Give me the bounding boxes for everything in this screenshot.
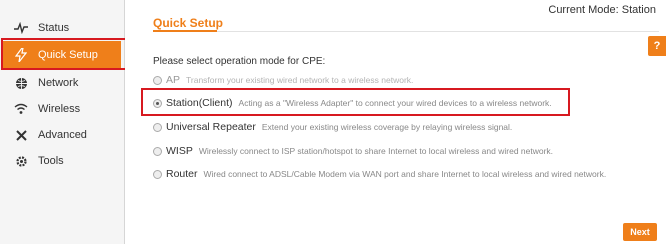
gear-icon (12, 155, 30, 168)
option-wisp[interactable]: WISP Wirelessly connect to ISP station/h… (153, 145, 553, 157)
option-name: WISP (166, 145, 193, 157)
radio-ap[interactable] (153, 75, 162, 85)
current-mode-label: Current Mode: Station (548, 4, 656, 16)
radio-router[interactable] (153, 169, 162, 179)
option-name: AP (166, 74, 181, 86)
option-name: Router (166, 168, 198, 180)
option-universal-repeater[interactable]: Universal Repeater Extend your existing … (153, 121, 512, 133)
sidebar-item-label: Advanced (38, 129, 87, 141)
sidebar-item-label: Status (38, 22, 70, 34)
title-divider (153, 31, 659, 32)
pulse-icon (12, 22, 30, 34)
station-highlight-box (141, 88, 570, 116)
globe-icon (12, 77, 30, 90)
page-title: Quick Setup (153, 16, 224, 30)
sidebar: Status Quick Setup Network Wireless Adva… (0, 0, 125, 244)
sidebar-item-advanced[interactable]: Advanced (0, 122, 124, 148)
next-button[interactable]: Next (623, 223, 657, 241)
option-description: Wirelessly connect to ISP station/hotspo… (198, 146, 554, 156)
help-icon: ? (653, 40, 661, 52)
sidebar-item-tools[interactable]: Tools (0, 148, 124, 174)
option-description: Transform your existing wired network to… (186, 75, 414, 85)
option-router[interactable]: Router Wired connect to ADSL/Cable Modem… (153, 168, 606, 180)
sidebar-item-label: Wireless (38, 103, 81, 115)
option-name: Universal Repeater (166, 121, 256, 133)
radio-wisp[interactable] (153, 146, 162, 156)
title-underline (153, 30, 217, 32)
option-ap[interactable]: AP Transform your existing wired network… (153, 74, 413, 86)
help-button[interactable]: ? (648, 36, 666, 56)
sidebar-item-wireless[interactable]: Wireless (0, 96, 124, 122)
radio-universal-repeater[interactable] (153, 122, 162, 132)
sidebar-item-network[interactable]: Network (0, 70, 124, 96)
main-panel: Current Mode: Station Quick Setup ? Plea… (125, 0, 670, 244)
option-description: Wired connect to ADSL/Cable Modem via WA… (203, 169, 607, 179)
sidebar-item-label: Tools (38, 155, 64, 167)
sidebar-item-label: Network (38, 77, 79, 89)
tools-icon (12, 129, 30, 142)
option-description: Extend your existing wireless coverage b… (261, 122, 513, 132)
quick-setup-highlight-box (1, 38, 129, 70)
wifi-icon (12, 103, 30, 115)
mode-prompt: Please select operation mode for CPE: (153, 56, 326, 67)
